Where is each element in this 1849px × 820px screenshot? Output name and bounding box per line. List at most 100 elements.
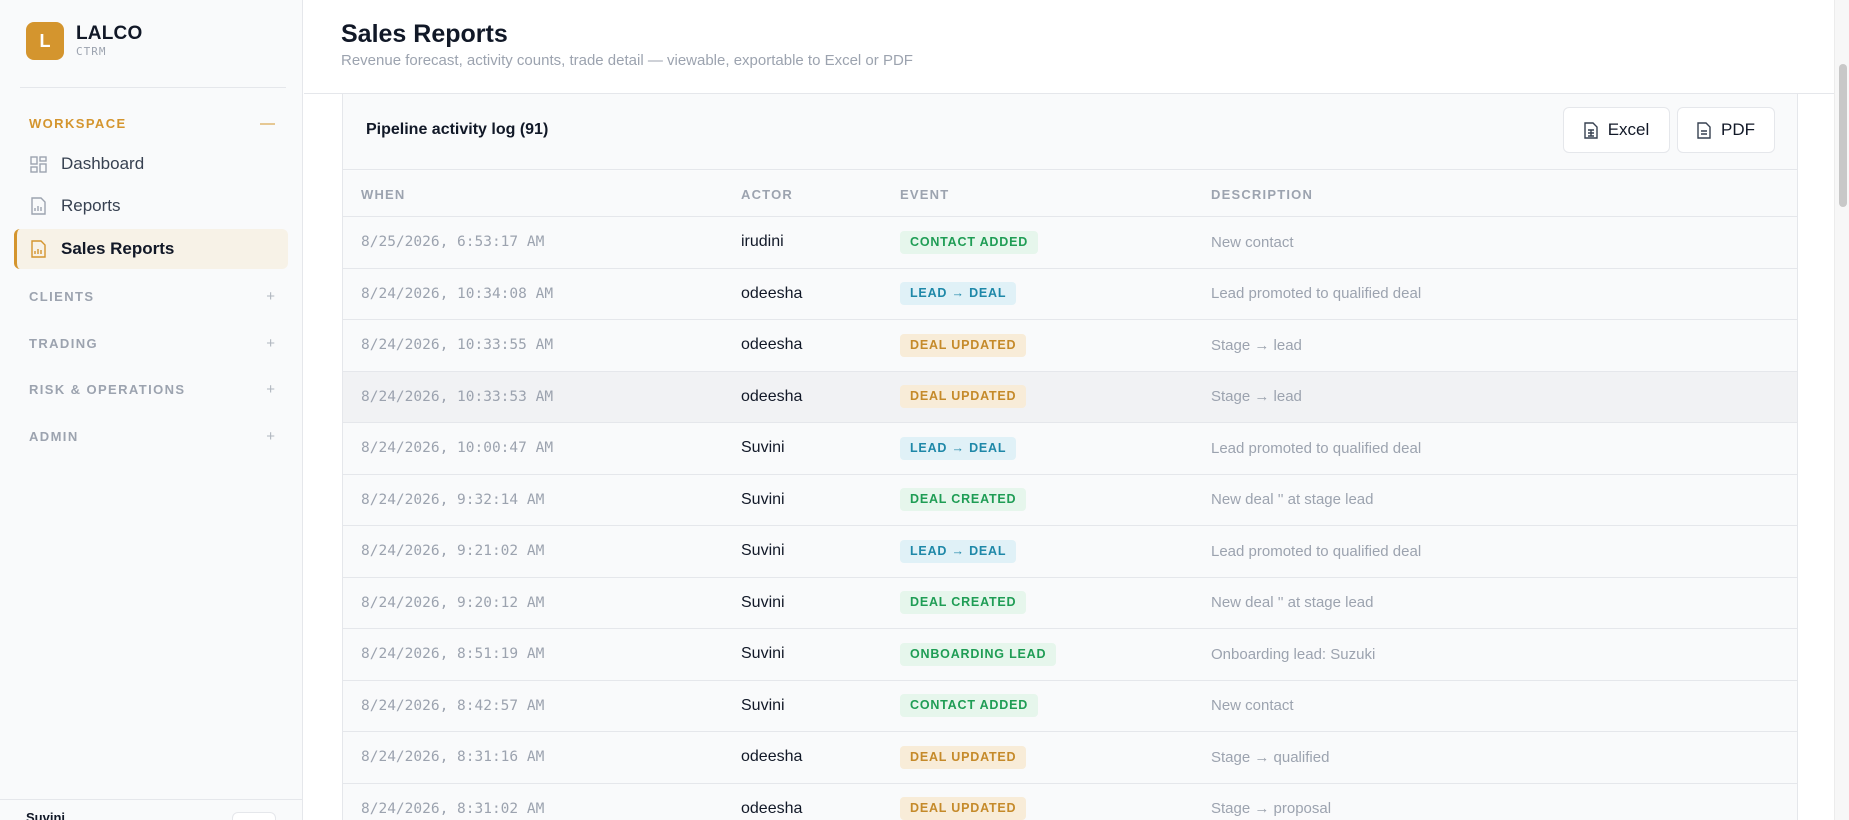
cell-event: DEAL CREATED	[900, 475, 1027, 526]
table-row[interactable]: 8/24/2026, 10:34:08 AM odeesha LEAD → DEAL…	[343, 268, 1797, 320]
cell-event: ONBOARDING LEAD	[900, 629, 1057, 680]
event-badge: DEAL CREATED	[900, 488, 1027, 512]
column-header-when[interactable]: WHEN	[361, 187, 406, 202]
cell-actor: Suvini	[741, 593, 785, 611]
export-excel-button[interactable]: Excel	[1563, 107, 1670, 153]
table-row[interactable]: 8/24/2026, 8:42:57 AM Suvini CONTACT ADDED…	[343, 680, 1797, 732]
cell-event: DEAL UPDATED	[900, 784, 1027, 820]
brand-subtitle: CTRM	[76, 45, 107, 58]
table-row[interactable]: 8/25/2026, 6:53:17 AM irudini CONTACT ADDE…	[343, 217, 1797, 269]
sidebar-item-reports[interactable]: Reports	[14, 186, 288, 226]
brand-logo: L	[26, 22, 64, 60]
brand-name: LALCO	[76, 23, 143, 44]
cell-when: 8/24/2026, 9:21:02 AM	[361, 543, 545, 560]
cell-when: 8/24/2026, 8:31:16 AM	[361, 749, 545, 766]
cell-when: 8/24/2026, 9:32:14 AM	[361, 491, 545, 508]
cell-description: Stage → proposal	[1211, 800, 1332, 818]
event-badge: DEAL UPDATED	[900, 745, 1027, 769]
card-header: Pipeline activity log (91) Excel PDF	[343, 94, 1797, 170]
cell-actor: odeesha	[741, 799, 803, 817]
table-row[interactable]: 8/24/2026, 8:51:19 AM Suvini ONBOARDING LE…	[343, 629, 1797, 681]
event-badge: DEAL UPDATED	[900, 385, 1027, 409]
cell-actor: Suvini	[741, 645, 785, 663]
section-clients[interactable]: CLIENTS +	[29, 288, 275, 305]
column-header-event[interactable]: EVENT	[900, 187, 949, 202]
dashboard-icon	[29, 155, 47, 173]
event-badge: LEAD → DEAL	[900, 539, 1017, 563]
cell-description: New contact	[1211, 697, 1294, 715]
collapse-icon[interactable]: —	[260, 115, 275, 132]
cell-description: Onboarding lead: Suzuki	[1211, 645, 1376, 663]
current-user: Suvini	[26, 810, 66, 820]
cell-when: 8/24/2026, 9:20:12 AM	[361, 594, 545, 611]
cell-event: DEAL UPDATED	[900, 320, 1027, 371]
cell-actor: odeesha	[741, 387, 803, 405]
section-admin[interactable]: ADMIN +	[29, 428, 275, 445]
event-badge: LEAD → DEAL	[900, 436, 1017, 460]
document-icon	[1697, 121, 1711, 139]
cell-description: Stage → lead	[1211, 336, 1302, 354]
cell-description: New deal '' at stage lead	[1211, 594, 1374, 612]
table-row[interactable]: 8/24/2026, 9:32:14 AM Suvini DEAL CREATED N…	[343, 474, 1797, 526]
cell-when: 8/24/2026, 10:33:53 AM	[361, 388, 554, 405]
cell-event: LEAD → DEAL	[900, 526, 1017, 577]
section-risk-operations[interactable]: RISK & OPERATIONS +	[29, 381, 275, 398]
table-row[interactable]: 8/24/2026, 10:33:55 AM odeesha DEAL UPDATE…	[343, 320, 1797, 372]
sidebar-item-label: Sales Reports	[61, 239, 175, 258]
cell-event: CONTACT ADDED	[900, 217, 1039, 268]
sidebar-footer-divider	[0, 799, 303, 800]
table-row[interactable]: 8/24/2026, 10:33:53 AM odeesha DEAL UPDATE…	[343, 371, 1797, 423]
activity-log-card: Pipeline activity log (91) Excel PDF WHE…	[342, 94, 1798, 820]
column-header-description[interactable]: DESCRIPTION	[1211, 187, 1313, 202]
table-row[interactable]: 8/24/2026, 8:31:02 AM odeesha DEAL UPDATED…	[343, 783, 1797, 820]
event-badge: ONBOARDING LEAD	[900, 642, 1057, 666]
cell-when: 8/24/2026, 10:33:55 AM	[361, 337, 554, 354]
cell-event: CONTACT ADDED	[900, 681, 1039, 732]
section-clients-label: CLIENTS	[29, 289, 95, 304]
card-title: Pipeline activity log (91)	[366, 121, 549, 138]
expand-icon[interactable]: +	[266, 381, 275, 398]
column-header-actor[interactable]: ACTOR	[741, 187, 793, 202]
event-badge: CONTACT ADDED	[900, 230, 1039, 254]
table-row[interactable]: 8/24/2026, 9:20:12 AM Suvini DEAL CREATED N…	[343, 577, 1797, 629]
expand-icon[interactable]: +	[266, 288, 275, 305]
export-pdf-button[interactable]: PDF	[1677, 107, 1775, 153]
cell-when: 8/24/2026, 8:42:57 AM	[361, 697, 545, 714]
sidebar-item-sales-reports[interactable]: Sales Reports	[14, 229, 288, 269]
cell-description: New deal '' at stage lead	[1211, 491, 1374, 509]
sidebar-divider	[20, 87, 286, 88]
sidebar-item-dashboard[interactable]: Dashboard	[14, 144, 288, 184]
section-admin-label: ADMIN	[29, 429, 79, 444]
section-workspace[interactable]: WORKSPACE —	[29, 115, 275, 132]
cell-actor: odeesha	[741, 336, 803, 354]
brand[interactable]: L LALCO CTRM	[26, 22, 142, 60]
table-row[interactable]: 8/24/2026, 8:31:16 AM odeesha DEAL UPDATED…	[343, 732, 1797, 784]
table-row[interactable]: 8/24/2026, 9:21:02 AM Suvini LEAD → DEAL Le…	[343, 526, 1797, 578]
cell-when: 8/24/2026, 10:00:47 AM	[361, 440, 554, 457]
event-badge: DEAL CREATED	[900, 591, 1027, 615]
page-title: Sales Reports	[341, 20, 508, 48]
cell-description: Lead promoted to qualified deal	[1211, 439, 1422, 457]
user-menu-button[interactable]	[232, 812, 276, 820]
cell-when: 8/24/2026, 8:31:02 AM	[361, 800, 545, 817]
scrollbar-thumb[interactable]	[1839, 64, 1847, 207]
cell-actor: Suvini	[741, 542, 785, 560]
cell-when: 8/24/2026, 8:51:19 AM	[361, 646, 545, 663]
cell-event: DEAL CREATED	[900, 578, 1027, 629]
cell-actor: irudini	[741, 233, 784, 251]
sidebar: L LALCO CTRM WORKSPACE — Dashboard Repor…	[0, 0, 303, 820]
table-row[interactable]: 8/24/2026, 10:00:47 AM Suvini LEAD → DEAL L…	[343, 423, 1797, 475]
event-badge: DEAL UPDATED	[900, 333, 1027, 357]
cell-actor: Suvini	[741, 439, 785, 457]
export-excel-label: Excel	[1607, 120, 1650, 139]
sidebar-item-label: Reports	[61, 196, 121, 215]
section-trading[interactable]: TRADING +	[29, 335, 275, 352]
cell-description: Stage → qualified	[1211, 748, 1330, 766]
expand-icon[interactable]: +	[266, 428, 275, 445]
expand-icon[interactable]: +	[266, 335, 275, 352]
table-header: WHEN ACTOR EVENT DESCRIPTION	[343, 171, 1797, 217]
cell-description: Lead promoted to qualified deal	[1211, 542, 1422, 560]
event-badge: CONTACT ADDED	[900, 694, 1039, 718]
export-pdf-label: PDF	[1721, 120, 1755, 139]
cell-actor: odeesha	[741, 284, 803, 302]
